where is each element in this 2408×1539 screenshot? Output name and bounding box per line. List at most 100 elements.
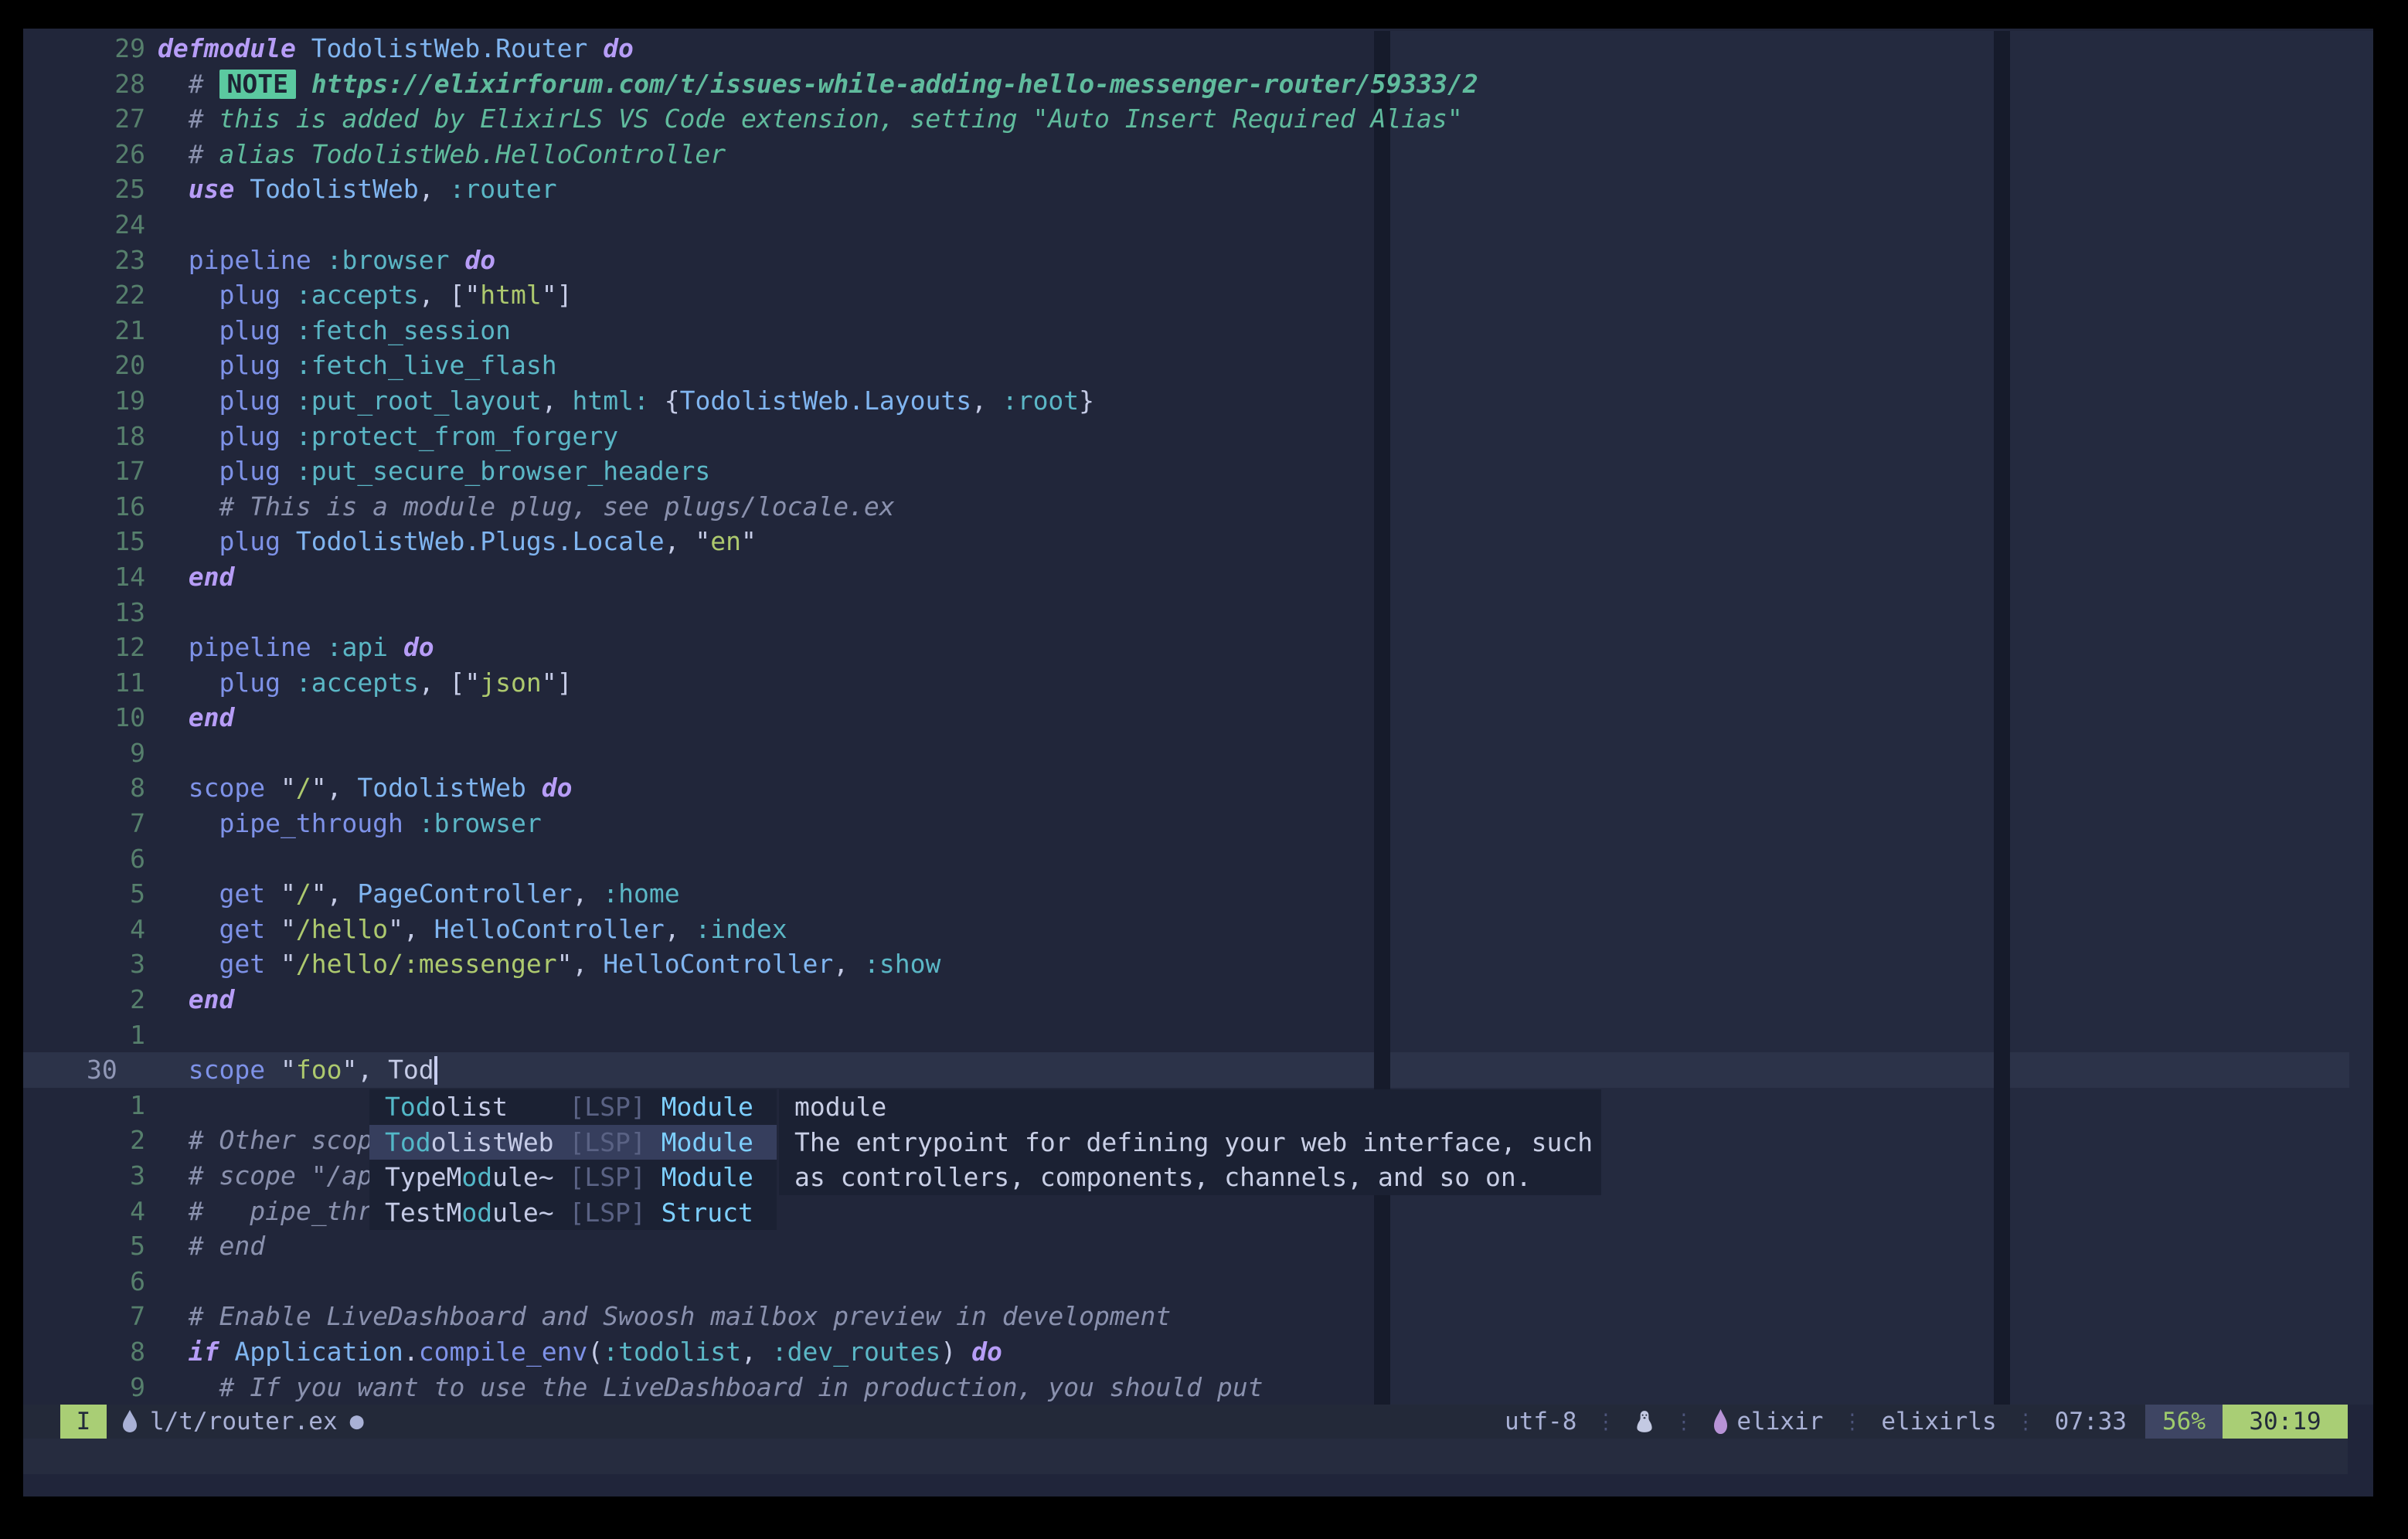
code-line-text bbox=[158, 595, 2373, 630]
code-line[interactable]: 9 # If you want to use the LiveDashboard… bbox=[23, 1370, 2373, 1405]
code-line[interactable]: 6 bbox=[23, 1264, 2373, 1299]
code-line[interactable]: 1 bbox=[23, 1018, 2373, 1053]
scroll-percent-badge: 56% bbox=[2145, 1405, 2223, 1439]
completion-item[interactable]: Todolist [LSP] Module bbox=[369, 1089, 777, 1125]
code-line-text: plug TodolistWeb.Plugs.Locale, "en" bbox=[158, 524, 2373, 559]
modified-indicator: ● bbox=[350, 1410, 364, 1433]
code-line[interactable]: 29defmodule TodolistWeb.Router do bbox=[23, 31, 2373, 66]
encoding-label: utf-8 bbox=[1505, 1408, 1576, 1435]
command-line[interactable] bbox=[23, 1439, 2348, 1474]
cursor-caret bbox=[434, 1056, 437, 1085]
code-line[interactable]: 2 end bbox=[23, 982, 2373, 1018]
code-line[interactable]: 11 plug :accepts, ["json"] bbox=[23, 665, 2373, 701]
completion-source: [LSP] bbox=[569, 1127, 661, 1157]
line-number: 14 bbox=[23, 559, 145, 595]
line-number: 12 bbox=[23, 630, 145, 665]
line-number: 15 bbox=[23, 524, 145, 559]
code-line-text: end bbox=[158, 559, 2373, 595]
code-line[interactable]: 19 plug :put_root_layout, html: {Todolis… bbox=[23, 383, 2373, 419]
code-line-text: plug :fetch_live_flash bbox=[158, 348, 2373, 383]
line-number: 3 bbox=[23, 946, 145, 982]
separator-icon: ⋮ bbox=[1673, 1410, 1694, 1434]
code-line-text: # end bbox=[158, 1228, 2373, 1264]
code-line-text: pipeline :browser do bbox=[158, 243, 2373, 278]
code-line[interactable]: 8 scope "/", TodolistWeb do bbox=[23, 770, 2373, 806]
completion-item[interactable]: TestModule~ [LSP] Struct bbox=[369, 1195, 777, 1231]
line-number: 8 bbox=[23, 1334, 145, 1370]
code-line-text bbox=[158, 1264, 2373, 1299]
code-line[interactable]: 7 pipe_through :browser bbox=[23, 806, 2373, 841]
code-line[interactable]: 5 get "/", PageController, :home bbox=[23, 876, 2373, 912]
code-line-text: # Enable LiveDashboard and Swoosh mailbo… bbox=[158, 1299, 2373, 1334]
completion-popup[interactable]: Todolist [LSP] ModuleTodolistWeb [LSP] M… bbox=[369, 1089, 777, 1230]
code-line[interactable]: 22 plug :accepts, ["html"] bbox=[23, 277, 2373, 313]
code-line-text: plug :fetch_session bbox=[158, 313, 2373, 348]
code-line[interactable]: 5 # end bbox=[23, 1228, 2373, 1264]
line-number: 9 bbox=[23, 1370, 145, 1405]
code-line[interactable]: 14 end bbox=[23, 559, 2373, 595]
code-line-text bbox=[158, 1018, 2373, 1053]
code-line-text bbox=[158, 736, 2373, 771]
code-line-text: end bbox=[158, 982, 2373, 1018]
line-number: 13 bbox=[23, 595, 145, 630]
code-line-text: get "/hello/:messenger", HelloController… bbox=[158, 946, 2373, 982]
cursor-position-badge: 30:19 bbox=[2223, 1405, 2348, 1439]
completion-kind: Module bbox=[662, 1127, 753, 1157]
code-line[interactable]: 4 get "/hello", HelloController, :index bbox=[23, 912, 2373, 947]
code-line[interactable]: 10 end bbox=[23, 700, 2373, 736]
line-number: 7 bbox=[23, 1299, 145, 1334]
code-line-text: get "/hello", HelloController, :index bbox=[158, 912, 2373, 947]
file-path[interactable]: l/t/router.ex bbox=[150, 1408, 338, 1435]
line-number: 17 bbox=[23, 454, 145, 489]
code-line[interactable]: 20 plug :fetch_live_flash bbox=[23, 348, 2373, 383]
lsp-doc-float: moduleThe entrypoint for defining your w… bbox=[779, 1089, 1601, 1195]
line-number: 23 bbox=[23, 243, 145, 278]
code-line[interactable]: 25 use TodolistWeb, :router bbox=[23, 172, 2373, 207]
code-line-text: pipe_through :browser bbox=[158, 806, 2373, 841]
code-line[interactable]: 18 plug :protect_from_forgery bbox=[23, 419, 2373, 454]
code-line-text: scope "/", TodolistWeb do bbox=[158, 770, 2373, 806]
completion-source: [LSP] bbox=[569, 1198, 661, 1228]
code-line[interactable]: 30 scope "foo", Tod bbox=[23, 1052, 2373, 1088]
line-number: 21 bbox=[23, 313, 145, 348]
completion-kind: Module bbox=[662, 1162, 753, 1192]
neovim-window: 29defmodule TodolistWeb.Router do28 # NO… bbox=[23, 29, 2373, 1497]
completion-item[interactable]: TodolistWeb [LSP] Module bbox=[369, 1125, 777, 1160]
separator-icon: ⋮ bbox=[1842, 1410, 1862, 1434]
code-line-text bbox=[158, 841, 2373, 877]
code-line[interactable]: 21 plug :fetch_session bbox=[23, 313, 2373, 348]
code-line[interactable]: 13 bbox=[23, 595, 2373, 630]
code-line[interactable]: 9 bbox=[23, 736, 2373, 771]
completion-item[interactable]: TypeModule~ [LSP] Module bbox=[369, 1160, 777, 1195]
code-line-text: # this is added by ElixirLS VS Code exte… bbox=[158, 101, 2373, 137]
code-line[interactable]: 12 pipeline :api do bbox=[23, 630, 2373, 665]
code-line-text: get "/", PageController, :home bbox=[158, 876, 2373, 912]
doc-line: as controllers, components, channels, an… bbox=[779, 1160, 1601, 1195]
code-line[interactable]: 3 get "/hello/:messenger", HelloControll… bbox=[23, 946, 2373, 982]
code-line-text: # This is a module plug, see plugs/local… bbox=[158, 489, 2373, 525]
code-line-text: plug :protect_from_forgery bbox=[158, 419, 2373, 454]
code-line-text bbox=[158, 207, 2373, 243]
line-number: 26 bbox=[23, 137, 145, 172]
code-line[interactable]: 8 if Application.compile_env(:todolist, … bbox=[23, 1334, 2373, 1370]
droplet-icon bbox=[121, 1409, 139, 1434]
language-name: elixir bbox=[1736, 1408, 1823, 1435]
code-line[interactable]: 24 bbox=[23, 207, 2373, 243]
code-line[interactable]: 6 bbox=[23, 841, 2373, 877]
line-number: 25 bbox=[23, 172, 145, 207]
code-line[interactable]: 23 pipeline :browser do bbox=[23, 243, 2373, 278]
code-line-text: plug :put_secure_browser_headers bbox=[158, 454, 2373, 489]
code-line[interactable]: 17 plug :put_secure_browser_headers bbox=[23, 454, 2373, 489]
code-line[interactable]: 26 # alias TodolistWeb.HelloController bbox=[23, 137, 2373, 172]
line-number: 30 bbox=[23, 1052, 145, 1088]
elixir-droplet-icon bbox=[1712, 1409, 1729, 1434]
code-line[interactable]: 16 # This is a module plug, see plugs/lo… bbox=[23, 489, 2373, 525]
code-line[interactable]: 15 plug TodolistWeb.Plugs.Locale, "en" bbox=[23, 524, 2373, 559]
code-line[interactable]: 7 # Enable LiveDashboard and Swoosh mail… bbox=[23, 1299, 2373, 1334]
code-line[interactable]: 27 # this is added by ElixirLS VS Code e… bbox=[23, 101, 2373, 137]
code-line-text: plug :accepts, ["html"] bbox=[158, 277, 2373, 313]
line-number: 4 bbox=[23, 912, 145, 947]
line-number: 4 bbox=[23, 1194, 145, 1229]
linux-penguin-icon bbox=[1634, 1410, 1655, 1433]
code-line[interactable]: 28 # NOTE https://elixirforum.com/t/issu… bbox=[23, 66, 2373, 102]
